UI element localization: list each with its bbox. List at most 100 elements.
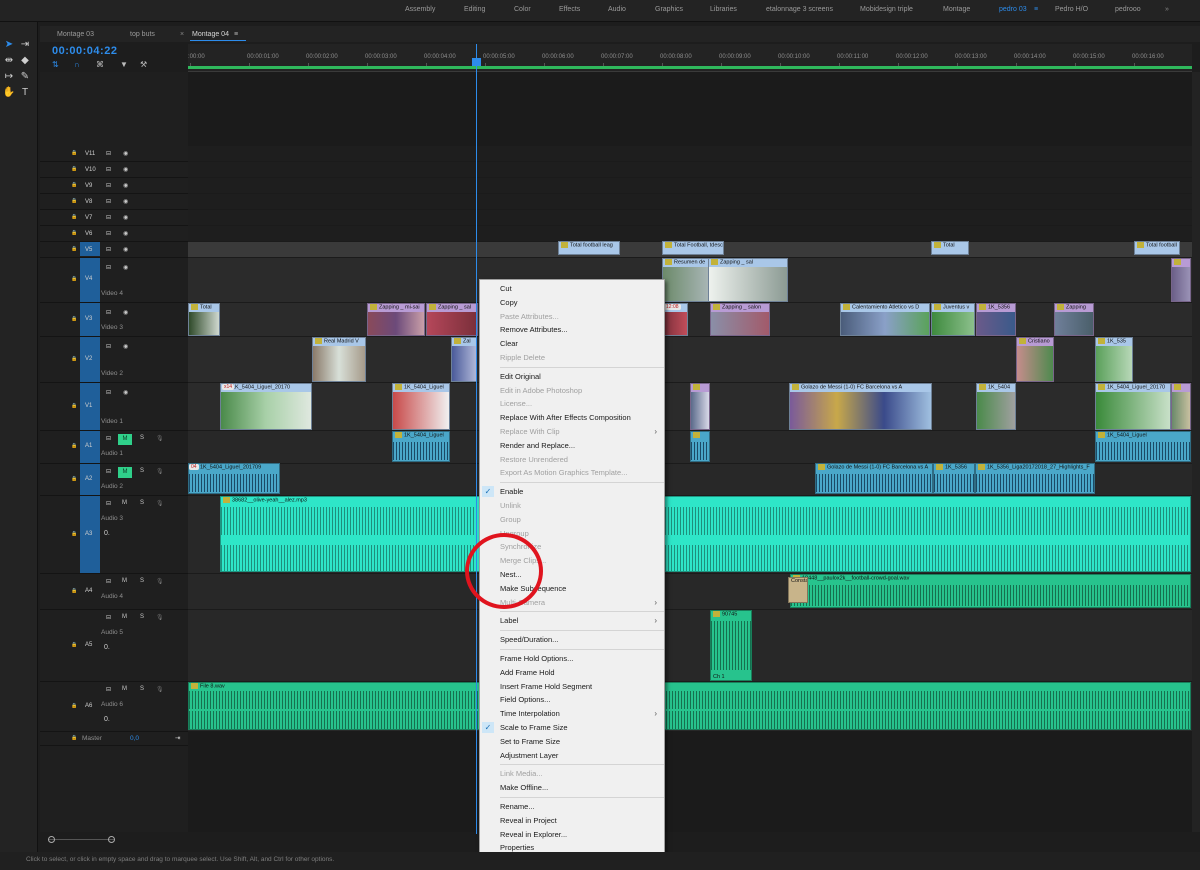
hand-icon[interactable]: ✋: [2, 86, 16, 100]
workspace-tab[interactable]: Pedro H/O: [1055, 6, 1088, 13]
menu-item[interactable]: Copy: [480, 296, 664, 309]
mic-icon[interactable]: 🎙: [156, 686, 164, 693]
vertical-scrollbar[interactable]: [1192, 72, 1200, 832]
lock-icon[interactable]: 🔒: [71, 735, 77, 741]
workspace-tab[interactable]: Mobidesign triple: [860, 6, 913, 13]
track-select-icon[interactable]: ⇥: [18, 38, 32, 52]
eye-icon[interactable]: ◉: [123, 198, 128, 205]
eye-icon[interactable]: ◉: [123, 182, 128, 189]
timeline-clip[interactable]: 1K_5404_Liguel_20170: [1095, 383, 1171, 430]
add-marker-icon[interactable]: ▼: [120, 60, 128, 69]
lock-icon[interactable]: 🔒: [71, 642, 77, 648]
lock-icon[interactable]: 🔒: [71, 443, 77, 449]
timeline-clip[interactable]: Zal: [451, 337, 477, 382]
playhead-timecode[interactable]: 00:00:04:22: [52, 45, 117, 57]
sync-lock-icon[interactable]: ⊟: [106, 686, 111, 693]
lock-icon[interactable]: 🔒: [71, 198, 77, 204]
timeline-clip[interactable]: Zapping _ sal: [426, 303, 478, 336]
mute-button[interactable]: M: [122, 578, 127, 584]
menu-item[interactable]: Replace With After Effects Composition: [480, 411, 664, 424]
sync-lock-icon[interactable]: ⊟: [106, 614, 111, 621]
mute-button[interactable]: M: [118, 434, 132, 445]
menu-item[interactable]: Add Frame Hold: [480, 666, 664, 679]
timeline-clip[interactable]: Total football: [1134, 241, 1180, 255]
mic-icon[interactable]: 🎙: [156, 500, 164, 507]
menu-item[interactable]: Reveal in Project: [480, 814, 664, 827]
track-lane[interactable]: [188, 178, 1192, 193]
timeline-clip[interactable]: 18448__paulox2k__football-crowd-goal.wav: [790, 574, 1191, 608]
work-area-bar[interactable]: [188, 66, 1192, 69]
solo-button[interactable]: S: [140, 614, 144, 620]
mute-button[interactable]: M: [122, 614, 127, 620]
timeline-clip[interactable]: 38682__olive-yeah__alez.mp3: [220, 496, 1191, 572]
eye-icon[interactable]: ◉: [123, 230, 128, 237]
timeline-clip[interactable]: Juventus v: [931, 303, 975, 336]
lock-icon[interactable]: 🔒: [71, 182, 77, 188]
menu-item[interactable]: Field Options...: [480, 693, 664, 706]
lock-icon[interactable]: 🔒: [71, 246, 77, 252]
mute-button[interactable]: M: [122, 686, 127, 692]
track-lane[interactable]: [188, 210, 1192, 225]
menu-item[interactable]: Reveal in Explorer...: [480, 828, 664, 841]
timeline-tracks[interactable]: Total football leag Total Football, tdesc…: [188, 72, 1192, 832]
timeline-clip[interactable]: 90745 Ch 1: [710, 610, 752, 681]
timeline-clip[interactable]: Zapping _ sal: [708, 258, 788, 302]
pen-icon[interactable]: ✎: [18, 70, 32, 84]
close-tab-icon[interactable]: ×: [180, 31, 184, 38]
eye-icon[interactable]: ◉: [123, 309, 128, 316]
timeline-clip[interactable]: Total: [188, 303, 220, 336]
snap-icon[interactable]: ∩: [74, 60, 80, 69]
sync-lock-icon[interactable]: ⊟: [106, 150, 111, 157]
menu-item[interactable]: Remove Attributes...: [480, 323, 664, 336]
tab-montage-03[interactable]: Montage 03: [57, 31, 94, 38]
timeline-clip[interactable]: Real Madrid V: [312, 337, 366, 382]
timeline-clip[interactable]: 1K_5356: [976, 303, 1016, 336]
sync-lock-icon[interactable]: ⊟: [106, 246, 111, 253]
lock-icon[interactable]: 🔒: [71, 166, 77, 172]
mute-button[interactable]: M: [122, 500, 127, 506]
workspace-tab-active[interactable]: pedro 03: [999, 6, 1027, 13]
menu-item[interactable]: Label ›: [480, 614, 664, 627]
workspace-tab[interactable]: Editing: [464, 6, 485, 13]
settings-wrench-icon[interactable]: ⚒: [140, 60, 147, 69]
lock-icon[interactable]: 🔒: [71, 150, 77, 156]
lock-icon[interactable]: 🔒: [71, 356, 77, 362]
timeline-clip[interactable]: File 8.wav: [188, 682, 1191, 730]
menu-item[interactable]: Clear: [480, 337, 664, 350]
workspace-tab[interactable]: Montage: [943, 6, 970, 13]
workspace-tab[interactable]: etalonnage 3 screens: [766, 6, 833, 13]
sync-lock-icon[interactable]: ⊟: [106, 435, 111, 442]
workspace-tab[interactable]: Libraries: [710, 6, 737, 13]
nest-toggle-icon[interactable]: ⇅: [52, 60, 59, 69]
sync-lock-icon[interactable]: ⊟: [106, 309, 111, 316]
workspace-tab[interactable]: Graphics: [655, 6, 683, 13]
volume-value[interactable]: 0.: [104, 530, 110, 537]
selection-tool-icon[interactable]: ➤: [2, 38, 16, 52]
solo-button[interactable]: S: [140, 578, 144, 584]
track-lane[interactable]: [188, 162, 1192, 177]
eye-icon[interactable]: ◉: [123, 389, 128, 396]
timeline-clip[interactable]: [690, 383, 710, 430]
lock-icon[interactable]: 🔒: [71, 230, 77, 236]
sync-lock-icon[interactable]: ⊟: [106, 468, 111, 475]
eye-icon[interactable]: ◉: [123, 150, 128, 157]
menu-item[interactable]: Set to Frame Size: [480, 735, 664, 748]
track-lane[interactable]: [188, 146, 1192, 161]
workspace-tab[interactable]: Effects: [559, 6, 580, 13]
tab-montage-04[interactable]: Montage 04: [192, 31, 229, 38]
timeline-clip[interactable]: Resumen de: [662, 258, 710, 302]
lock-icon[interactable]: 🔒: [71, 588, 77, 594]
sync-lock-icon[interactable]: ⊟: [106, 230, 111, 237]
menu-item[interactable]: Edit Original: [480, 370, 664, 383]
track-lane[interactable]: [188, 303, 1192, 336]
menu-item[interactable]: Speed/Duration...: [480, 633, 664, 646]
timeline-clip[interactable]: Total: [931, 241, 969, 255]
menu-item[interactable]: Render and Replace...: [480, 439, 664, 452]
sync-lock-icon[interactable]: ⊟: [106, 182, 111, 189]
solo-button[interactable]: S: [140, 686, 144, 692]
timeline-clip[interactable]: [690, 431, 710, 462]
lock-icon[interactable]: 🔒: [71, 403, 77, 409]
sync-lock-icon[interactable]: ⊟: [106, 198, 111, 205]
menu-item[interactable]: Frame Hold Options...: [480, 652, 664, 665]
eye-icon[interactable]: ◉: [123, 214, 128, 221]
